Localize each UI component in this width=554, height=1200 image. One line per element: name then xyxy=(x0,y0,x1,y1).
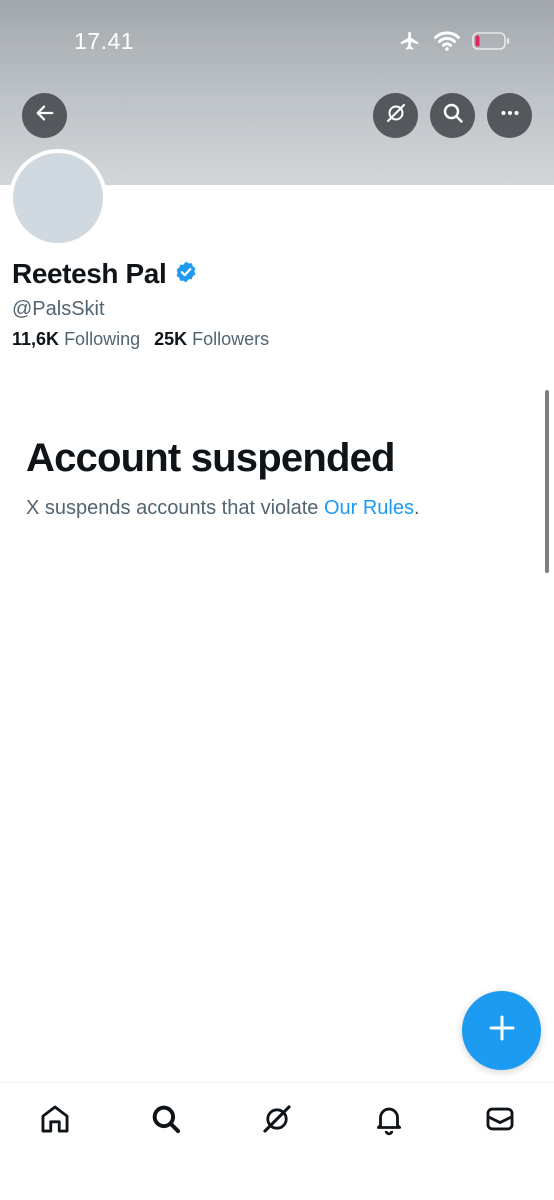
profile-handle: @PalsSkit xyxy=(12,298,105,320)
compose-button[interactable] xyxy=(462,991,541,1070)
scrollbar[interactable] xyxy=(545,390,549,573)
following-label: Following xyxy=(64,329,141,349)
tab-explore[interactable] xyxy=(143,1098,189,1144)
suspended-title: Account suspended xyxy=(26,436,395,480)
tab-notifications[interactable] xyxy=(366,1098,412,1144)
tab-home[interactable] xyxy=(32,1098,78,1144)
grok-icon xyxy=(260,1102,294,1141)
suspended-message: X suspends accounts that violate Our Rul… xyxy=(26,497,420,520)
suspended-message-end: . xyxy=(414,497,420,519)
messages-icon xyxy=(483,1102,517,1141)
airplane-mode-icon xyxy=(398,30,422,57)
plus-icon xyxy=(487,1013,517,1048)
suspended-message-text: X suspends accounts that violate xyxy=(26,497,319,519)
notifications-icon xyxy=(372,1102,406,1141)
more-button[interactable] xyxy=(487,93,532,138)
followers-count: 25K xyxy=(154,329,188,349)
more-horizontal-icon xyxy=(498,101,522,130)
bottom-tab-bar xyxy=(0,1082,554,1200)
arrow-left-icon xyxy=(34,102,56,129)
verified-badge-icon[interactable] xyxy=(174,260,198,289)
search-icon xyxy=(149,1102,183,1141)
avatar[interactable] xyxy=(9,149,107,247)
status-bar: 17.41 xyxy=(0,0,554,80)
search-button[interactable] xyxy=(430,93,475,138)
profile-stats: 11,6K Following 25K Followers xyxy=(12,329,269,350)
search-icon xyxy=(441,101,465,130)
battery-icon xyxy=(472,31,510,56)
profile-name-row: Reetesh Pal xyxy=(12,258,198,290)
grok-icon xyxy=(384,101,408,130)
profile-name: Reetesh Pal xyxy=(12,258,167,289)
our-rules-link[interactable]: Our Rules xyxy=(324,497,414,519)
following-link[interactable]: 11,6K Following xyxy=(12,329,140,350)
back-button[interactable] xyxy=(22,93,67,138)
followers-link[interactable]: 25K Followers xyxy=(154,329,269,350)
wifi-icon xyxy=(434,31,460,56)
followers-label: Followers xyxy=(192,329,270,349)
status-icons xyxy=(398,30,510,57)
following-count: 11,6K xyxy=(12,329,60,349)
grok-button[interactable] xyxy=(373,93,418,138)
status-time: 17.41 xyxy=(74,28,135,54)
tab-messages[interactable] xyxy=(477,1098,523,1144)
home-icon xyxy=(38,1102,72,1141)
tab-grok[interactable] xyxy=(254,1098,300,1144)
